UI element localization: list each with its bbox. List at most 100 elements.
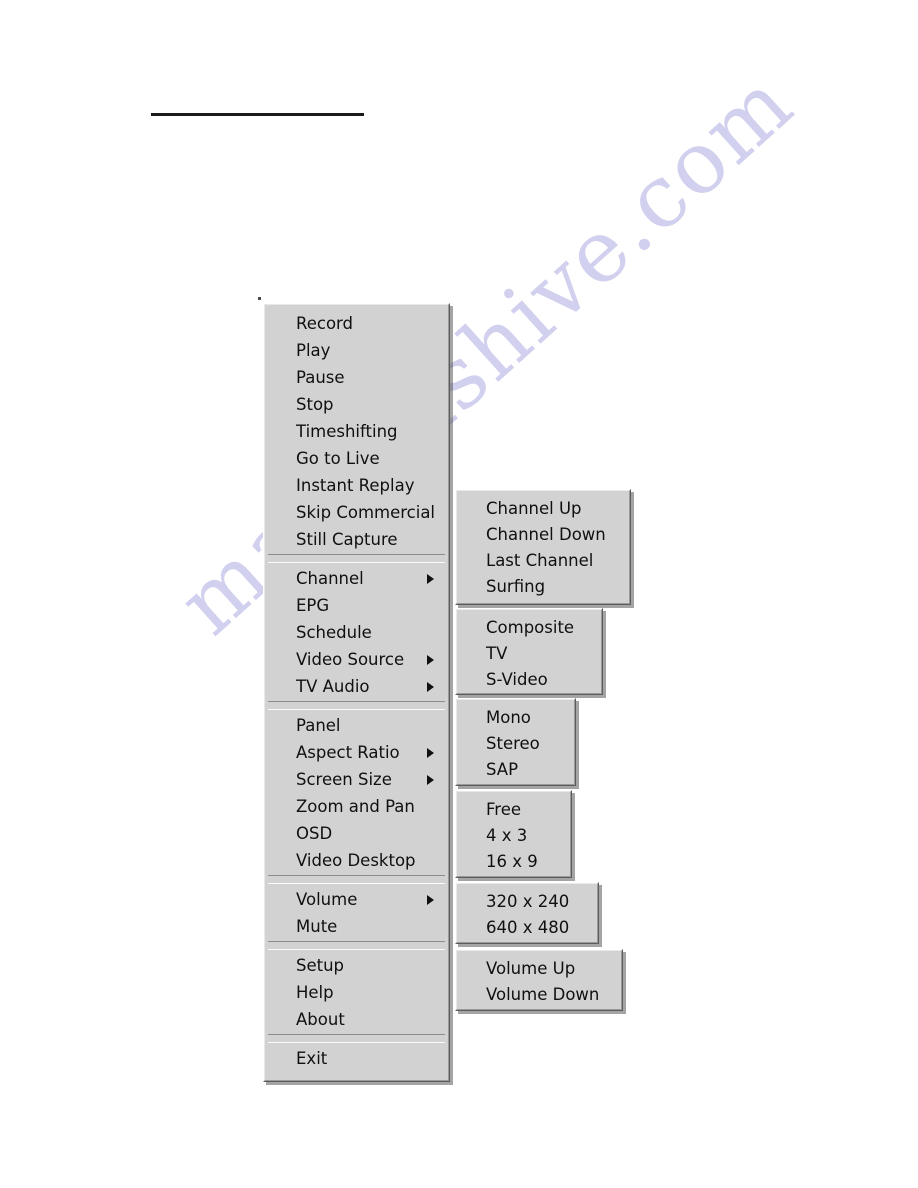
menu-item-aspect-ratio[interactable]: Aspect Ratio	[265, 739, 448, 766]
menu-item-label: Volume	[296, 890, 358, 909]
menu-item-label: Screen Size	[296, 770, 392, 789]
menu-item-label: 4 x 3	[486, 826, 528, 845]
menu-item-tv-audio[interactable]: TV Audio	[265, 673, 448, 700]
menu-item-label: Volume Down	[486, 985, 600, 1004]
submenu-channel-inner: Channel Up Channel Down Last Channel Sur…	[456, 490, 630, 604]
menu-item-label: Zoom and Pan	[296, 797, 415, 816]
menu-item-about[interactable]: About	[265, 1006, 448, 1033]
menu-item-label: Exit	[296, 1049, 328, 1068]
menu-item-video-source[interactable]: Video Source	[265, 646, 448, 673]
menu-item-label: Panel	[296, 716, 341, 735]
menu-item-label: Schedule	[296, 623, 372, 642]
submenu-item-16x9[interactable]: 16 x 9	[457, 849, 570, 875]
menu-item-label: Setup	[296, 956, 345, 975]
menu-item-record[interactable]: Record	[265, 310, 448, 337]
menu-item-label: Channel	[296, 569, 364, 588]
menu-item-label: Mute	[296, 917, 338, 936]
submenu-screen-size[interactable]: 320 x 240 640 x 480	[455, 882, 599, 944]
menu-item-timeshifting[interactable]: Timeshifting	[265, 418, 448, 445]
menu-item-pause[interactable]: Pause	[265, 364, 448, 391]
menu-item-instant-replay[interactable]: Instant Replay	[265, 472, 448, 499]
menu-item-label: 640 x 480	[486, 918, 570, 937]
menu-item-schedule[interactable]: Schedule	[265, 619, 448, 646]
menu-item-label: Video Source	[296, 650, 405, 669]
menu-item-epg[interactable]: EPG	[265, 592, 448, 619]
submenu-item-mono[interactable]: Mono	[457, 705, 574, 731]
menu-item-label: Go to Live	[296, 449, 380, 468]
menu-separator	[268, 1034, 445, 1043]
menu-item-label: 320 x 240	[486, 892, 570, 911]
submenu-item-sap[interactable]: SAP	[457, 757, 574, 783]
menu-item-label: Surfing	[486, 577, 546, 596]
menu-item-label: EPG	[296, 596, 330, 615]
submenu-item-volume-down[interactable]: Volume Down	[457, 982, 621, 1008]
menu-item-volume[interactable]: Volume	[265, 886, 448, 913]
menu-item-screen-size[interactable]: Screen Size	[265, 766, 448, 793]
menu-separator	[268, 941, 445, 950]
menu-item-osd[interactable]: OSD	[265, 820, 448, 847]
menu-item-label: SAP	[486, 760, 519, 779]
submenu-aspect-ratio[interactable]: Free 4 x 3 16 x 9	[455, 790, 572, 878]
menu-item-setup[interactable]: Setup	[265, 952, 448, 979]
submenu-item-volume-up[interactable]: Volume Up	[457, 956, 621, 982]
header-rule	[151, 113, 364, 116]
menu-item-label: Channel Up	[486, 499, 582, 518]
menu-item-label: Video Desktop	[296, 851, 416, 870]
chevron-right-icon	[427, 681, 434, 692]
submenu-screen-size-inner: 320 x 240 640 x 480	[456, 883, 598, 943]
menu-item-label: TV Audio	[296, 677, 370, 696]
submenu-item-channel-down[interactable]: Channel Down	[457, 522, 629, 548]
chevron-right-icon	[427, 747, 434, 758]
menu-item-skip-commercial[interactable]: Skip Commercial	[265, 499, 448, 526]
submenu-item-free[interactable]: Free	[457, 797, 570, 823]
menu-item-label: Stereo	[486, 734, 540, 753]
menu-item-help[interactable]: Help	[265, 979, 448, 1006]
submenu-tv-audio-inner: Mono Stereo SAP	[456, 699, 575, 785]
submenu-item-composite[interactable]: Composite	[457, 615, 601, 641]
menu-item-exit[interactable]: Exit	[265, 1045, 448, 1072]
menu-item-video-desktop[interactable]: Video Desktop	[265, 847, 448, 874]
menu-item-label: Channel Down	[486, 525, 606, 544]
menu-item-zoom-and-pan[interactable]: Zoom and Pan	[265, 793, 448, 820]
menu-item-stop[interactable]: Stop	[265, 391, 448, 418]
submenu-channel[interactable]: Channel Up Channel Down Last Channel Sur…	[455, 489, 631, 605]
menu-item-mute[interactable]: Mute	[265, 913, 448, 940]
submenu-volume[interactable]: Volume Up Volume Down	[455, 949, 623, 1011]
submenu-tv-audio[interactable]: Mono Stereo SAP	[455, 698, 576, 786]
menu-item-label: Last Channel	[486, 551, 594, 570]
submenu-item-surfing[interactable]: Surfing	[457, 574, 629, 600]
submenu-item-320x240[interactable]: 320 x 240	[457, 889, 597, 915]
submenu-aspect-ratio-inner: Free 4 x 3 16 x 9	[456, 791, 571, 877]
menu-separator	[268, 554, 445, 563]
submenu-video-source[interactable]: Composite TV S-Video	[455, 608, 603, 695]
chevron-right-icon	[427, 774, 434, 785]
menu-item-still-capture[interactable]: Still Capture	[265, 526, 448, 553]
submenu-item-last-channel[interactable]: Last Channel	[457, 548, 629, 574]
menu-item-label: OSD	[296, 824, 333, 843]
submenu-item-tv[interactable]: TV	[457, 641, 601, 667]
main-menu-inner: Record Play Pause Stop Timeshifting Go t…	[264, 304, 449, 1081]
menu-item-label: About	[296, 1010, 345, 1029]
submenu-item-stereo[interactable]: Stereo	[457, 731, 574, 757]
menu-item-label: Free	[486, 800, 522, 819]
menu-item-go-to-live[interactable]: Go to Live	[265, 445, 448, 472]
menu-item-label: Mono	[486, 708, 531, 727]
menu-item-label: Pause	[296, 368, 345, 387]
submenu-item-640x480[interactable]: 640 x 480	[457, 915, 597, 941]
submenu-item-s-video[interactable]: S-Video	[457, 667, 601, 693]
menu-item-play[interactable]: Play	[265, 337, 448, 364]
menu-item-label: 16 x 9	[486, 852, 538, 871]
menu-item-panel[interactable]: Panel	[265, 712, 448, 739]
menu-item-label: Aspect Ratio	[296, 743, 400, 762]
submenu-video-source-inner: Composite TV S-Video	[456, 609, 602, 694]
submenu-item-4x3[interactable]: 4 x 3	[457, 823, 570, 849]
menu-separator	[268, 875, 445, 884]
menu-item-label: Composite	[486, 618, 575, 637]
submenu-item-channel-up[interactable]: Channel Up	[457, 496, 629, 522]
menu-item-channel[interactable]: Channel	[265, 565, 448, 592]
main-context-menu[interactable]: Record Play Pause Stop Timeshifting Go t…	[263, 303, 450, 1082]
menu-item-label: Help	[296, 983, 334, 1002]
chevron-right-icon	[427, 573, 434, 584]
menu-item-label: Stop	[296, 395, 334, 414]
menu-item-label: Skip Commercial	[296, 503, 436, 522]
